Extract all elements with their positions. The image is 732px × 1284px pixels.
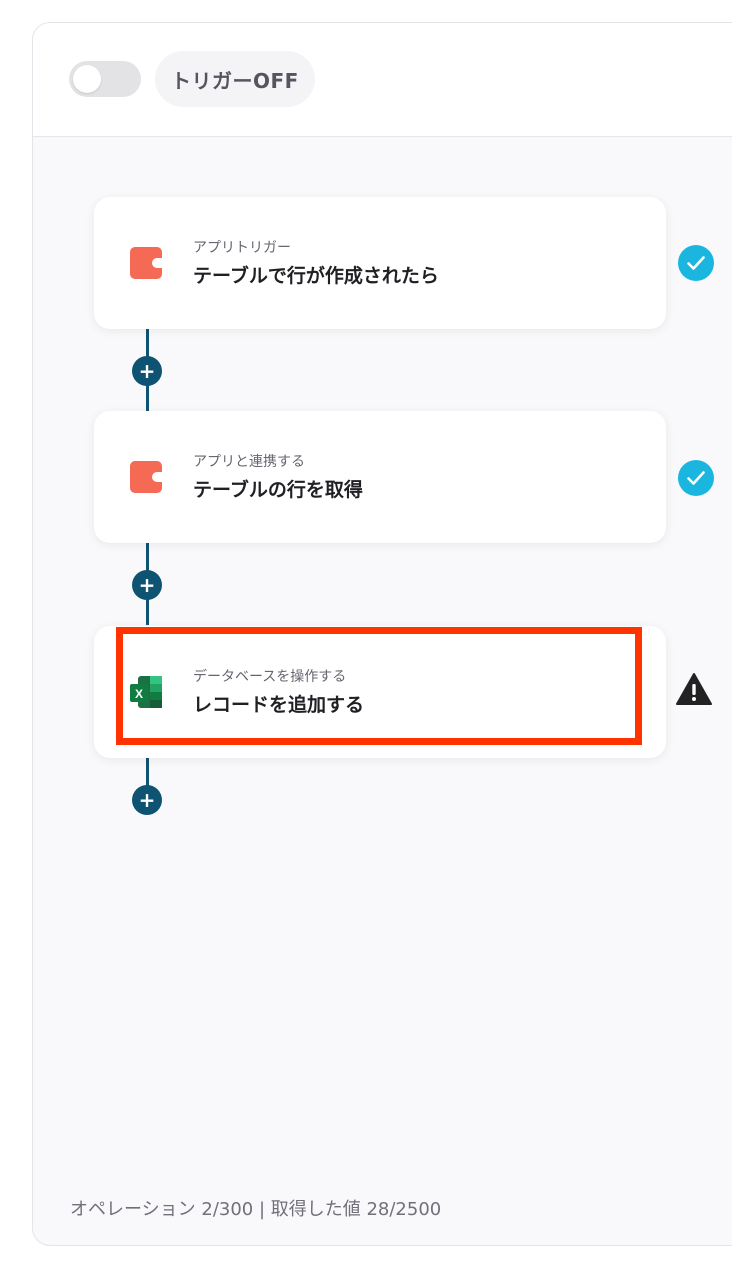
add-step-button[interactable]: + xyxy=(132,785,162,815)
trigger-status-label: トリガーOFF xyxy=(155,51,315,107)
svg-text:X: X xyxy=(135,687,143,701)
warning-icon xyxy=(676,673,712,705)
excel-icon: X xyxy=(130,676,162,708)
step-card-get-rows[interactable]: アプリと連携する テーブルの行を取得 xyxy=(94,411,666,543)
trigger-toggle[interactable] xyxy=(69,61,141,97)
step-subtitle: アプリトリガー xyxy=(193,240,291,256)
step-subtitle: アプリと連携する xyxy=(193,454,305,470)
coda-icon xyxy=(130,247,162,279)
flow-panel: トリガーOFF + + + アプリトリガー テーブルで行が作成されたら アプリと… xyxy=(32,22,732,1246)
add-step-button[interactable]: + xyxy=(132,570,162,600)
toggle-knob xyxy=(73,65,101,93)
step-subtitle: データベースを操作する xyxy=(193,669,347,685)
step-card-add-record[interactable]: X データベースを操作する レコードを追加する xyxy=(94,626,666,758)
check-icon xyxy=(678,245,714,281)
step-card-app-trigger[interactable]: アプリトリガー テーブルで行が作成されたら xyxy=(94,197,666,329)
step-title: レコードを追加する xyxy=(193,694,365,716)
check-icon xyxy=(678,460,714,496)
step-title: テーブルの行を取得 xyxy=(193,479,363,501)
coda-icon xyxy=(130,461,162,493)
usage-stats: オペレーション 2/300 | 取得した値 28/2500 xyxy=(70,1199,442,1220)
flow-header: トリガーOFF xyxy=(33,23,732,137)
add-step-button[interactable]: + xyxy=(132,356,162,386)
step-title: テーブルで行が作成されたら xyxy=(193,265,439,287)
